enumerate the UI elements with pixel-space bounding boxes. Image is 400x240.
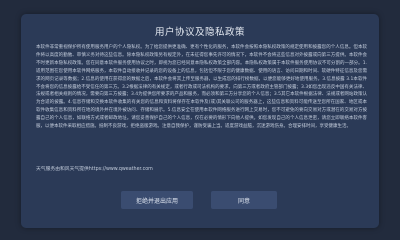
reject-and-exit-button[interactable]: 拒绝并退出应用 [121,191,193,209]
weather-provider-note: 天气服务由和风天气提供https://www.qweather.com [36,167,153,172]
policy-body-text: 本软件非常重视保护所有使用服务用户的个人隐私权。为了给您提供更准确、更有个性化的… [36,45,367,130]
privacy-policy-dialog: 用户协议及隐私政策 本软件非常重视保护所有使用服务用户的个人隐私权。为了给您提供… [21,14,379,228]
dialog-title: 用户协议及隐私政策 [154,27,245,38]
agree-button[interactable]: 同意 [211,191,277,209]
